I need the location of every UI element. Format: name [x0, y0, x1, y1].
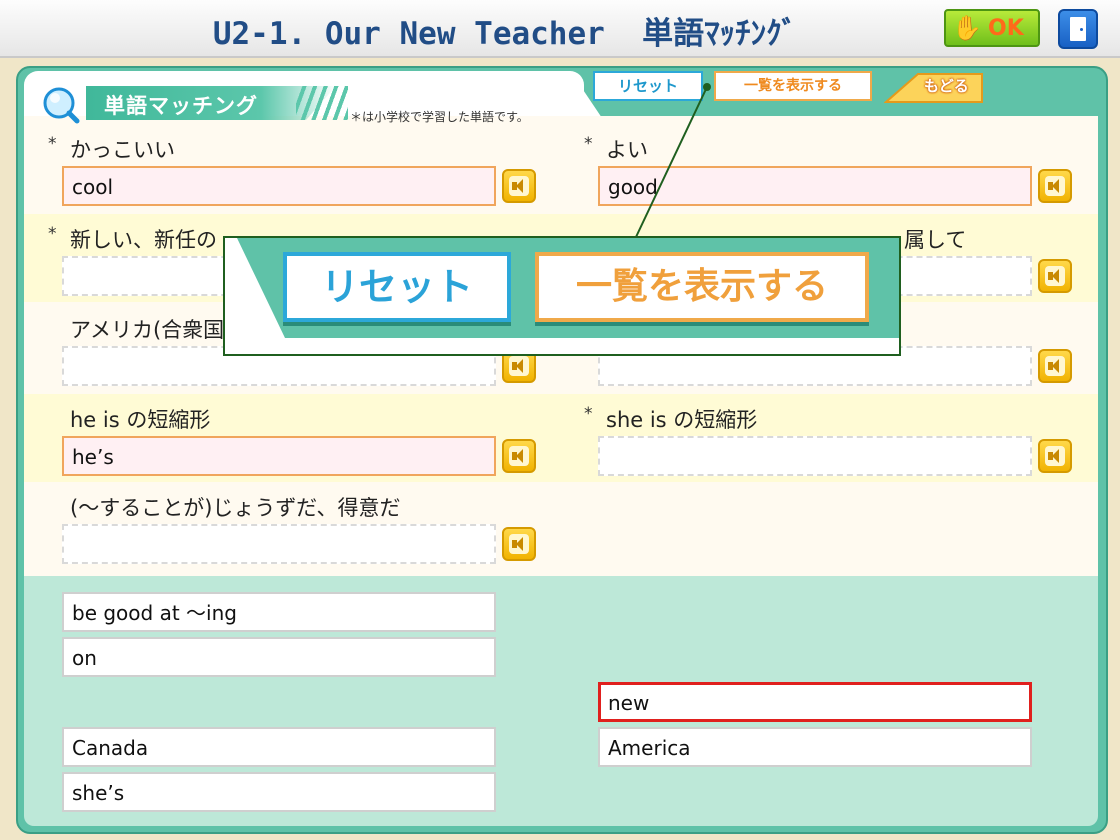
speaker-icon[interactable]: [502, 439, 536, 473]
speaker-icon[interactable]: [502, 169, 536, 203]
show-list-button[interactable]: 一覧を表示する: [714, 71, 872, 101]
back-button-label: もどる: [924, 77, 969, 95]
speaker-icon[interactable]: [502, 527, 536, 561]
section-title: 単語マッチング: [104, 94, 258, 118]
ok-button-label: OK: [988, 16, 1024, 41]
question-label: よい: [606, 138, 648, 162]
question-label: he is の短縮形: [70, 408, 211, 432]
question-label: 属して: [904, 228, 967, 252]
header-bar: U2-1. Our New Teacher 単語ﾏｯﾁﾝｸﾞ ✋ OK: [0, 0, 1120, 58]
elementary-mark: *: [48, 134, 57, 154]
question-label: she is の短縮形: [606, 408, 758, 432]
word-card[interactable]: be good at 〜ing: [62, 592, 496, 632]
word-card[interactable]: she’s: [62, 772, 496, 812]
elementary-mark: *: [48, 224, 57, 244]
elementary-note: ＊は小学校で学習した単語です。: [350, 110, 529, 124]
ok-hand-icon: ✋: [952, 14, 982, 42]
speaker-icon[interactable]: [1038, 349, 1072, 383]
elementary-mark: *: [584, 404, 593, 424]
page-title: U2-1. Our New Teacher 単語ﾏｯﾁﾝｸﾞ: [212, 16, 798, 52]
speaker-icon[interactable]: [1038, 439, 1072, 473]
word-card[interactable]: on: [62, 637, 496, 677]
answer-slot[interactable]: good: [598, 166, 1032, 206]
question-label: かっこいい: [70, 138, 175, 162]
speaker-icon[interactable]: [1038, 169, 1072, 203]
callout-reset-button[interactable]: リセット: [283, 252, 511, 322]
zoom-callout: リセット 一覧を表示する: [223, 236, 901, 356]
word-card[interactable]: Canada: [62, 727, 496, 767]
question-label: (〜することが)じょうずだ、得意だ: [70, 496, 401, 520]
answer-slot[interactable]: [62, 524, 496, 564]
speaker-icon[interactable]: [1038, 259, 1072, 293]
answer-slot[interactable]: [598, 436, 1032, 476]
answer-slot[interactable]: he’s: [62, 436, 496, 476]
reset-button[interactable]: リセット: [593, 71, 703, 101]
word-card-selected[interactable]: new: [598, 682, 1032, 722]
answer-slot[interactable]: cool: [62, 166, 496, 206]
back-button[interactable]: もどる: [884, 70, 984, 104]
section-title-stripes: [296, 86, 348, 120]
exit-button[interactable]: [1058, 9, 1098, 49]
elementary-mark: *: [584, 134, 593, 154]
question-label: アメリカ(合衆国: [70, 318, 225, 342]
callout-show-list-button[interactable]: 一覧を表示する: [535, 252, 869, 322]
word-card[interactable]: America: [598, 727, 1032, 767]
exit-door-icon: [1070, 17, 1086, 41]
magnifier-icon: [43, 87, 80, 124]
question-label: 新しい、新任の: [70, 228, 217, 252]
ok-button[interactable]: ✋ OK: [944, 9, 1040, 47]
